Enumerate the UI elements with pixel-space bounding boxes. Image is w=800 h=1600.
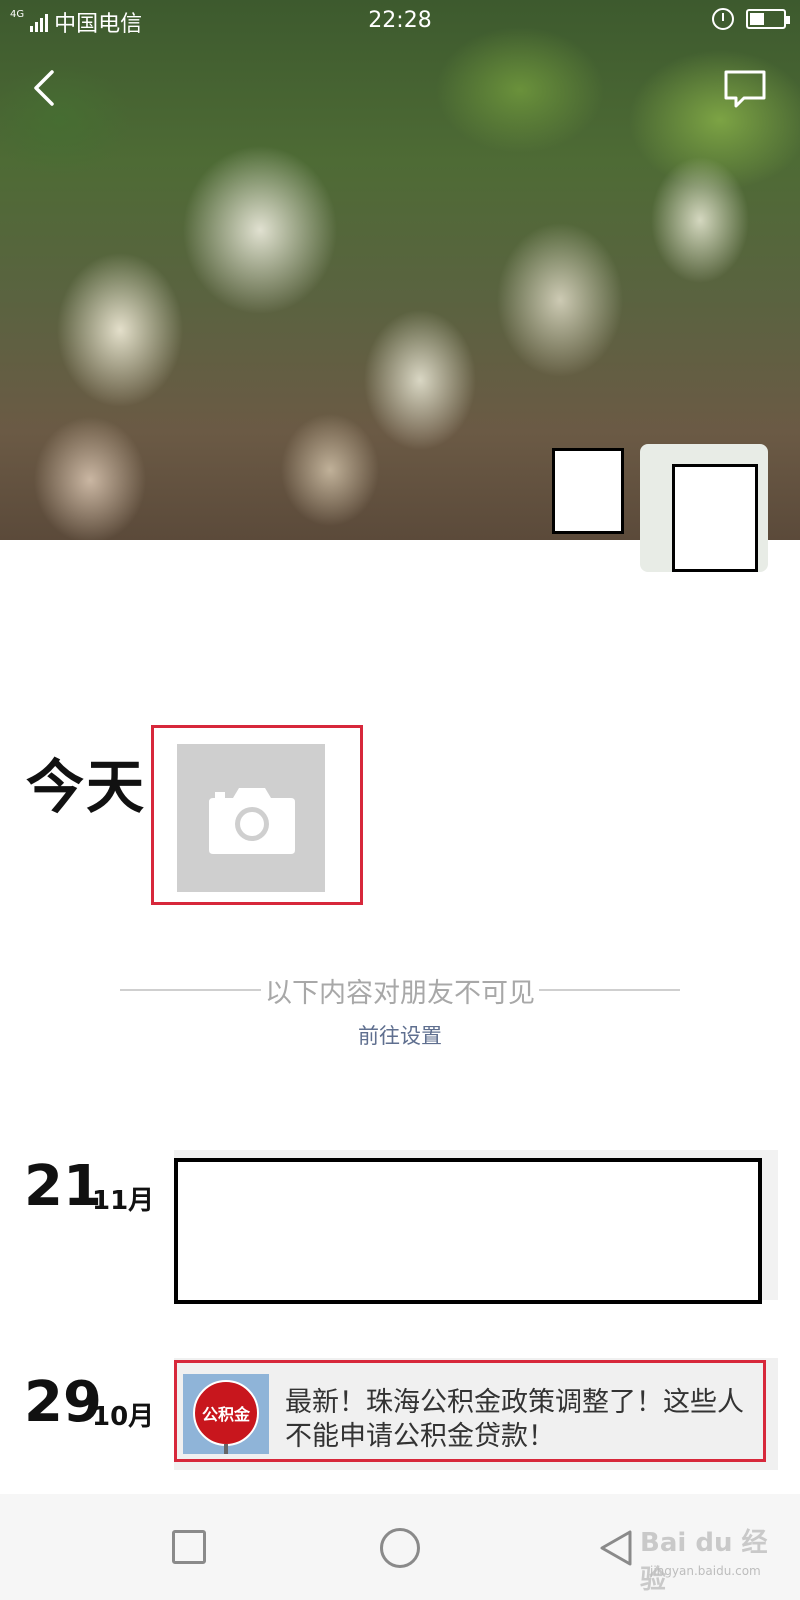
watermark-logo: Bai du 经验 — [640, 1528, 768, 1595]
avatar-redacted-box — [672, 464, 758, 572]
post-date-day: 21 — [24, 1154, 102, 1219]
nav-back-triangle-icon[interactable] — [596, 1528, 636, 1568]
alarm-icon — [712, 8, 734, 30]
divider-line-left — [120, 989, 261, 991]
post-date-month: 10月 — [92, 1402, 155, 1432]
avatar[interactable] — [640, 444, 768, 572]
back-arrow-icon[interactable] — [22, 64, 66, 112]
battery-icon — [746, 9, 790, 29]
post-date-month: 11月 — [92, 1186, 155, 1216]
post-date-day: 29 — [24, 1370, 102, 1435]
highlight-box — [174, 1360, 766, 1462]
privacy-divider: 以下内容对朋友不可见 — [120, 970, 680, 1010]
privacy-divider-text: 以下内容对朋友不可见 — [265, 977, 535, 1009]
post-redacted-box[interactable] — [174, 1158, 762, 1304]
message-icon[interactable] — [722, 68, 768, 112]
camera-icon[interactable] — [207, 784, 297, 856]
go-to-settings-link[interactable]: 前往设置 — [0, 1020, 800, 1050]
divider-line-right — [539, 989, 680, 991]
nav-home-button[interactable] — [380, 1528, 420, 1568]
today-label: 今天 — [26, 753, 147, 821]
status-time: 22:28 — [368, 8, 432, 33]
nav-square-button[interactable] — [172, 1530, 206, 1564]
watermark-url: jingyan.baidu.com — [650, 1564, 761, 1578]
nickname-redacted-box — [552, 448, 624, 534]
baidu-watermark: Bai du 经验 jingyan.baidu.com — [640, 1522, 790, 1595]
status-bar: 4G 中国电信 22:28 — [0, 0, 800, 42]
